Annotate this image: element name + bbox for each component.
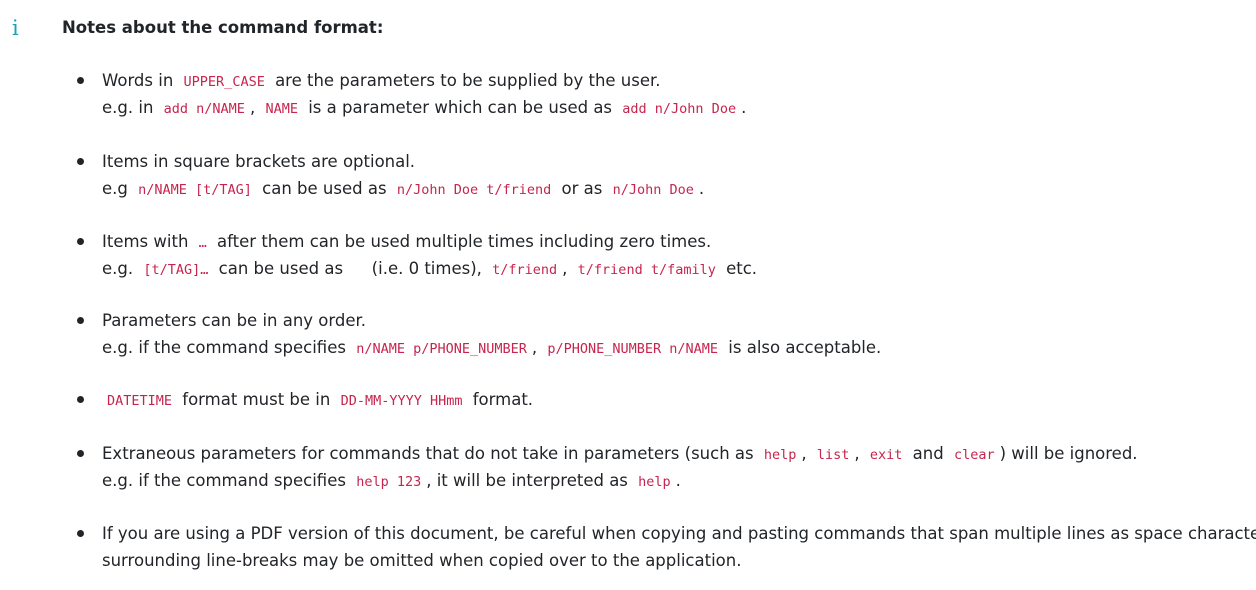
text-segment: Words in [102,71,179,90]
note-text: Items in square brackets are optional. [102,148,415,175]
text-segment: e.g [102,179,134,198]
info-icon: i [12,16,19,40]
note-example: e.g. if the command specifies help 123, … [102,467,681,496]
bullet-icon [77,158,84,165]
text-segment: e.g. [102,259,139,278]
bullet-icon [77,450,84,457]
inline-code: list [816,447,850,463]
text-segment: , [854,444,865,463]
note-text: DATETIME format must be in DD-MM-YYYY HH… [102,386,533,415]
note-text: Extraneous parameters for commands that … [102,440,1138,469]
text-segment: (i.e. 0 times), [366,259,488,278]
inline-code: add n/John Doe [622,101,737,117]
text-segment: , [249,98,261,117]
inline-code: [t/TAG]… [143,262,209,278]
text-segment: , [562,259,573,278]
inline-code: UPPER_CASE [183,74,265,90]
text-segment: If you are using a PDF version of this d… [102,524,1256,543]
notes-title: Notes about the command format: [62,18,384,37]
inline-code: n/John Doe t/friend [396,182,552,198]
note-example: e.g. [t/TAG]… can be used as (i.e. 0 tim… [102,255,757,284]
inline-code: help 123 [356,474,422,490]
bullet-icon [77,77,84,84]
text-segment: Parameters can be in any order. [102,311,367,330]
inline-code: p/PHONE_NUMBER n/NAME [547,341,719,357]
inline-code: … [198,235,207,251]
text-segment: can be used as [213,259,349,278]
text-segment: etc. [720,259,758,278]
text-segment: . [675,471,681,490]
bullet-icon [77,238,84,245]
inline-code [348,262,366,278]
inline-code: t/friend t/family [577,262,716,278]
text-segment: Items with [102,232,194,251]
note-example: e.g. if the command specifies n/NAME p/P… [102,334,881,363]
bullet-icon [77,530,84,537]
text-segment: e.g. if the command specifies [102,471,352,490]
bullet-icon [77,396,84,403]
inline-code: add n/NAME [163,101,245,117]
note-text: If you are using a PDF version of this d… [102,520,1256,547]
note-text: Words in UPPER_CASE are the parameters t… [102,67,661,96]
text-segment: surrounding line-breaks may be omitted w… [102,551,742,570]
inline-code: help [638,474,671,490]
text-segment: . [741,98,747,117]
text-segment: format must be in [177,390,336,409]
text-segment: Items in square brackets are optional. [102,152,416,171]
text-segment: is also acceptable. [723,338,882,357]
note-text: Items with … after them can be used mult… [102,228,711,257]
note-example: surrounding line-breaks may be omitted w… [102,547,741,574]
text-segment: are the parameters to be supplied by the… [269,71,661,90]
text-segment: Extraneous parameters for commands that … [102,444,759,463]
text-segment: after them can be used multiple times in… [211,232,712,251]
note-example: e.g n/NAME [t/TAG] can be used as n/John… [102,175,704,204]
text-segment: . [698,179,705,198]
text-segment: e.g. if the command specifies [102,338,352,357]
text-segment: , it will be interpreted as [426,471,634,490]
text-segment: , [531,338,543,357]
note-example: e.g. in add n/NAME, NAME is a parameter … [102,94,746,123]
inline-code: n/John Doe [612,182,694,198]
inline-code: n/NAME [t/TAG] [138,182,252,198]
text-segment: can be used as [256,179,392,198]
inline-code: help [763,447,797,463]
bullet-icon [77,317,84,324]
text-segment: ) will be ignored. [999,444,1138,463]
inline-code: DATETIME [107,393,173,409]
text-segment: or as [556,179,608,198]
text-segment: e.g. in [102,98,159,117]
inline-code: clear [953,447,995,463]
text-segment: format. [467,390,534,409]
inline-code: n/NAME p/PHONE_NUMBER [356,341,527,357]
inline-code: DD-MM-YYYY HHmm [340,393,463,409]
text-segment: and [907,444,949,463]
inline-code: NAME [265,101,298,117]
text-segment: is a parameter which can be used as [302,98,618,117]
inline-code: exit [869,447,903,463]
inline-code: t/friend [492,262,558,278]
text-segment: , [801,444,812,463]
note-text: Parameters can be in any order. [102,307,366,334]
